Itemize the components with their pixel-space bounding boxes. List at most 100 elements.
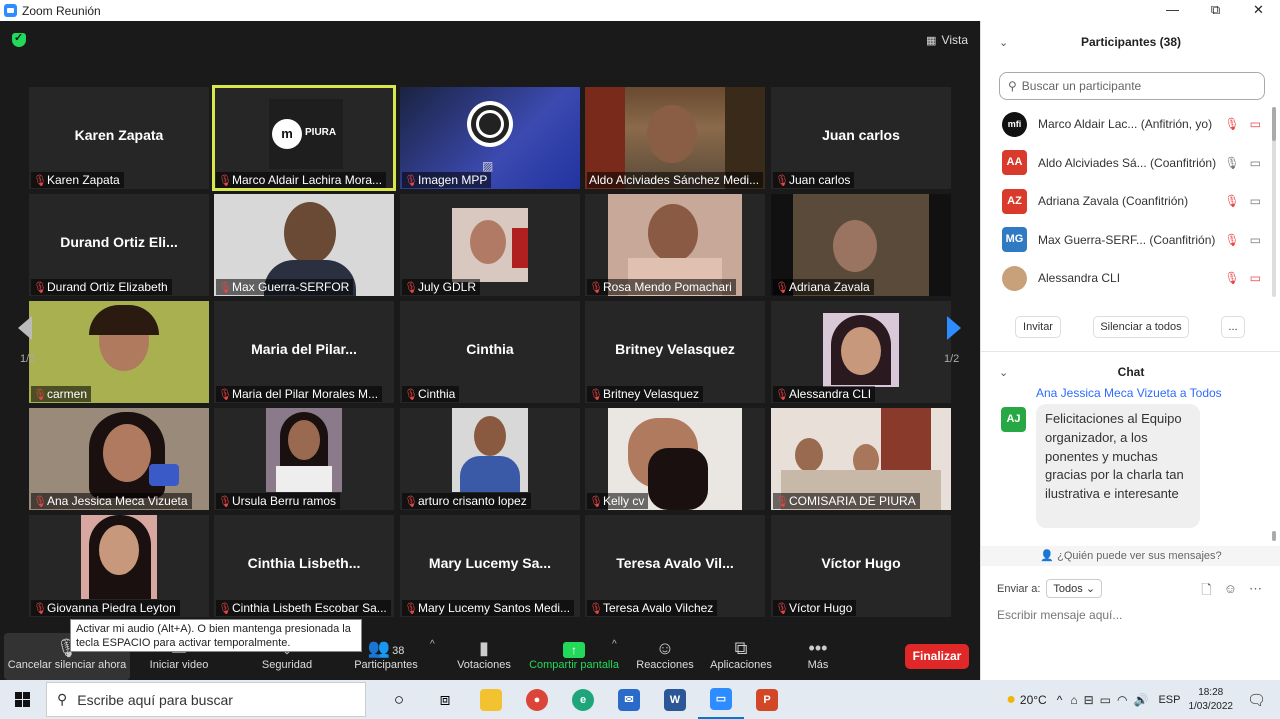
apps-button[interactable]: ⧉ Aplicaciones bbox=[706, 633, 776, 680]
task-view-icon[interactable]: ⧈ bbox=[422, 680, 468, 719]
video-tile[interactable]: 🎙 July GDLR bbox=[400, 194, 580, 296]
video-tile[interactable]: 🎙 Rosa Mendo Pomachari bbox=[585, 194, 765, 296]
zoom-icon[interactable]: ▭ bbox=[698, 680, 744, 719]
mic-icon[interactable]: 🎙 bbox=[1224, 156, 1239, 170]
taskbar-search-input[interactable]: ⚲ Escribe aquí para buscar bbox=[46, 682, 366, 717]
polls-button[interactable]: ▮ Votaciones bbox=[452, 633, 516, 680]
video-off-icon[interactable]: ▭ bbox=[1250, 117, 1261, 131]
mic-muted-icon[interactable]: 🎙 bbox=[1224, 233, 1239, 247]
tile-label: 🎙 Adriana Zavala bbox=[773, 279, 874, 295]
clock[interactable]: 18:28 1/03/2022 bbox=[1188, 686, 1233, 714]
share-caret-icon[interactable]: ^ bbox=[612, 639, 617, 650]
participants-header: ⌄ Participantes (38) bbox=[981, 21, 1280, 65]
mic-muted-icon[interactable]: 🎙 bbox=[1224, 271, 1239, 285]
chat-header: ⌄ Chat bbox=[981, 356, 1280, 386]
video-off-icon[interactable]: ▭ bbox=[1250, 271, 1261, 285]
video-tile[interactable]: 🎙 Ana Jessica Meca Vizueta bbox=[29, 408, 209, 510]
participants-caret-icon[interactable]: ^ bbox=[430, 639, 435, 650]
battery-icon[interactable]: ▭ bbox=[1100, 693, 1111, 707]
video-tile[interactable]: Juan carlos 🎙 Juan carlos bbox=[771, 87, 951, 189]
language-indicator[interactable]: ESP bbox=[1158, 694, 1180, 706]
windows-start-icon[interactable] bbox=[15, 692, 30, 707]
video-tile[interactable]: 🎙 Adriana Zavala bbox=[771, 194, 951, 296]
video-tile[interactable]: ▨ 🎙 Imagen MPP bbox=[400, 87, 580, 189]
file-explorer-icon[interactable] bbox=[468, 680, 514, 719]
powerpoint-icon[interactable]: P bbox=[744, 680, 790, 719]
share-screen-button[interactable]: ↑ Compartir pantalla bbox=[526, 633, 622, 680]
cortana-icon[interactable]: ○ bbox=[376, 680, 422, 719]
participant-list: mfi Marco Aldair Lac... (Anfitrión, yo) … bbox=[981, 105, 1271, 298]
close-button[interactable]: ✕ bbox=[1237, 0, 1280, 21]
minimize-button[interactable]: — bbox=[1151, 0, 1194, 21]
participant-row[interactable]: mfi Marco Aldair Lac... (Anfitrión, yo) … bbox=[981, 105, 1271, 144]
end-meeting-button[interactable]: Finalizar bbox=[905, 644, 969, 669]
mpp-logo-icon: m bbox=[272, 119, 302, 149]
video-tile[interactable]: Teresa Avalo Vil... 🎙 Teresa Avalo Vilche… bbox=[585, 515, 765, 617]
participant-row[interactable]: Alessandra CLI 🎙 ▭ bbox=[981, 259, 1271, 298]
video-tile[interactable]: Maria del Pilar... 🎙 Maria del Pilar Mora… bbox=[214, 301, 394, 403]
video-icon[interactable]: ▭ bbox=[1250, 233, 1261, 247]
video-icon[interactable]: ▭ bbox=[1250, 194, 1261, 208]
meet-now-icon[interactable]: ⌂ bbox=[1070, 693, 1077, 707]
invite-button[interactable]: Invitar bbox=[1015, 316, 1061, 338]
participant-row[interactable]: AZ Adriana Zavala (Coanfitrión) 🎙 ▭ bbox=[981, 182, 1271, 221]
video-tile[interactable]: 🎙 Ursula Berru ramos bbox=[214, 408, 394, 510]
tile-label: Aldo Alciviades Sánchez Medi... bbox=[587, 172, 763, 188]
participant-row[interactable]: AA Aldo Alciviades Sá... (Coanfitrión) 🎙… bbox=[981, 144, 1271, 183]
video-tile[interactable]: Víctor Hugo 🎙 Víctor Hugo bbox=[771, 515, 951, 617]
video-tile[interactable]: Cinthia 🎙 Cinthia bbox=[400, 301, 580, 403]
mail-icon[interactable]: ✉ bbox=[606, 680, 652, 719]
video-tile[interactable]: Aldo Alciviades Sánchez Medi... bbox=[585, 87, 765, 189]
video-tile[interactable]: 🎙 COMISARIA DE PIURA bbox=[771, 408, 951, 510]
temperature[interactable]: 20°C bbox=[1020, 693, 1047, 707]
who-can-see-link[interactable]: 👤 ¿Quién puede ver sus mensajes? bbox=[981, 546, 1280, 566]
edge-icon[interactable]: e bbox=[560, 680, 606, 719]
mic-muted-icon[interactable]: 🎙 bbox=[1224, 117, 1239, 131]
chat-scrollbar[interactable] bbox=[1272, 531, 1276, 541]
view-button[interactable]: ▦ Vista bbox=[926, 33, 968, 47]
chat-message-input[interactable]: Escribir mensaje aquí... bbox=[997, 608, 1122, 622]
more-options-button[interactable]: ... bbox=[1221, 316, 1245, 338]
emoji-icon[interactable]: ☺ bbox=[1224, 581, 1237, 603]
video-tile[interactable]: 🎙 Giovanna Piedra Leyton bbox=[29, 515, 209, 617]
file-icon[interactable]: 🗋 bbox=[1201, 581, 1211, 603]
mic-muted-icon[interactable]: 🎙 bbox=[1224, 194, 1239, 208]
video-grid: Karen Zapata 🎙 Karen Zapata m PIURA 🎙 Marc… bbox=[29, 85, 951, 617]
video-tile[interactable]: 🎙 carmen bbox=[29, 301, 209, 403]
emoji-plus-icon: ☺ bbox=[655, 638, 675, 658]
tile-label: 🎙 arturo crisanto lopez bbox=[402, 493, 531, 509]
security-shield-icon[interactable] bbox=[12, 31, 26, 47]
volume-icon[interactable]: 🔊 bbox=[1133, 693, 1148, 707]
video-tile[interactable]: 🎙 arturo crisanto lopez bbox=[400, 408, 580, 510]
word-icon[interactable]: W bbox=[652, 680, 698, 719]
mic-muted-icon: 🎙 bbox=[404, 174, 418, 187]
video-tile[interactable]: 🎙 Max Guerra-SERFOR bbox=[214, 194, 394, 296]
video-tile[interactable]: Mary Lucemy Sa... 🎙 Mary Lucemy Santos Me… bbox=[400, 515, 580, 617]
maximize-button[interactable]: ⧉ bbox=[1194, 0, 1237, 21]
more-button[interactable]: ••• Más bbox=[800, 633, 836, 680]
chrome-icon[interactable]: ● bbox=[514, 680, 560, 719]
video-tile[interactable]: 🎙 Alessandra CLI bbox=[771, 301, 951, 403]
usb-icon[interactable]: ⊟ bbox=[1084, 693, 1094, 707]
participant-list-scrollbar[interactable] bbox=[1272, 107, 1276, 297]
send-to-dropdown[interactable]: Todos ⌄ bbox=[1046, 579, 1103, 598]
previous-page-arrow-icon[interactable] bbox=[18, 316, 32, 340]
chevron-up-icon[interactable]: ^ bbox=[1057, 693, 1063, 707]
video-tile[interactable]: 🎙 Kelly cv bbox=[585, 408, 765, 510]
video-tile[interactable]: Britney Velasquez 🎙 Britney Velasquez bbox=[585, 301, 765, 403]
video-tile[interactable]: Karen Zapata 🎙 Karen Zapata bbox=[29, 87, 209, 189]
page-indicator-right: 1/2 bbox=[944, 353, 960, 365]
reactions-button[interactable]: ☺ Reacciones bbox=[634, 633, 696, 680]
video-icon[interactable]: ▭ bbox=[1250, 156, 1261, 170]
next-page-arrow-icon[interactable] bbox=[947, 316, 961, 340]
video-tile-active-speaker[interactable]: m PIURA 🎙 Marco Aldair Lachira Mora... bbox=[212, 85, 396, 191]
video-tile[interactable]: Durand Ortiz Eli... 🎙 Durand Ortiz Elizab… bbox=[29, 194, 209, 296]
wifi-icon[interactable]: ◠ bbox=[1117, 693, 1127, 707]
participant-row[interactable]: MG Max Guerra-SERF... (Coanfitrión) 🎙 ▭ bbox=[981, 221, 1271, 260]
weather-sun-icon[interactable]: ● bbox=[1006, 691, 1016, 709]
mute-all-button[interactable]: Silenciar a todos bbox=[1093, 316, 1189, 338]
notifications-icon[interactable]: 🗨 bbox=[1247, 691, 1266, 709]
more-dots-icon[interactable]: ⋯ bbox=[1249, 581, 1262, 603]
video-tile[interactable]: Cinthia Lisbeth... 🎙 Cinthia Lisbeth Esco… bbox=[214, 515, 394, 617]
participant-search-input[interactable]: ⚲ Buscar un participante bbox=[999, 72, 1265, 100]
